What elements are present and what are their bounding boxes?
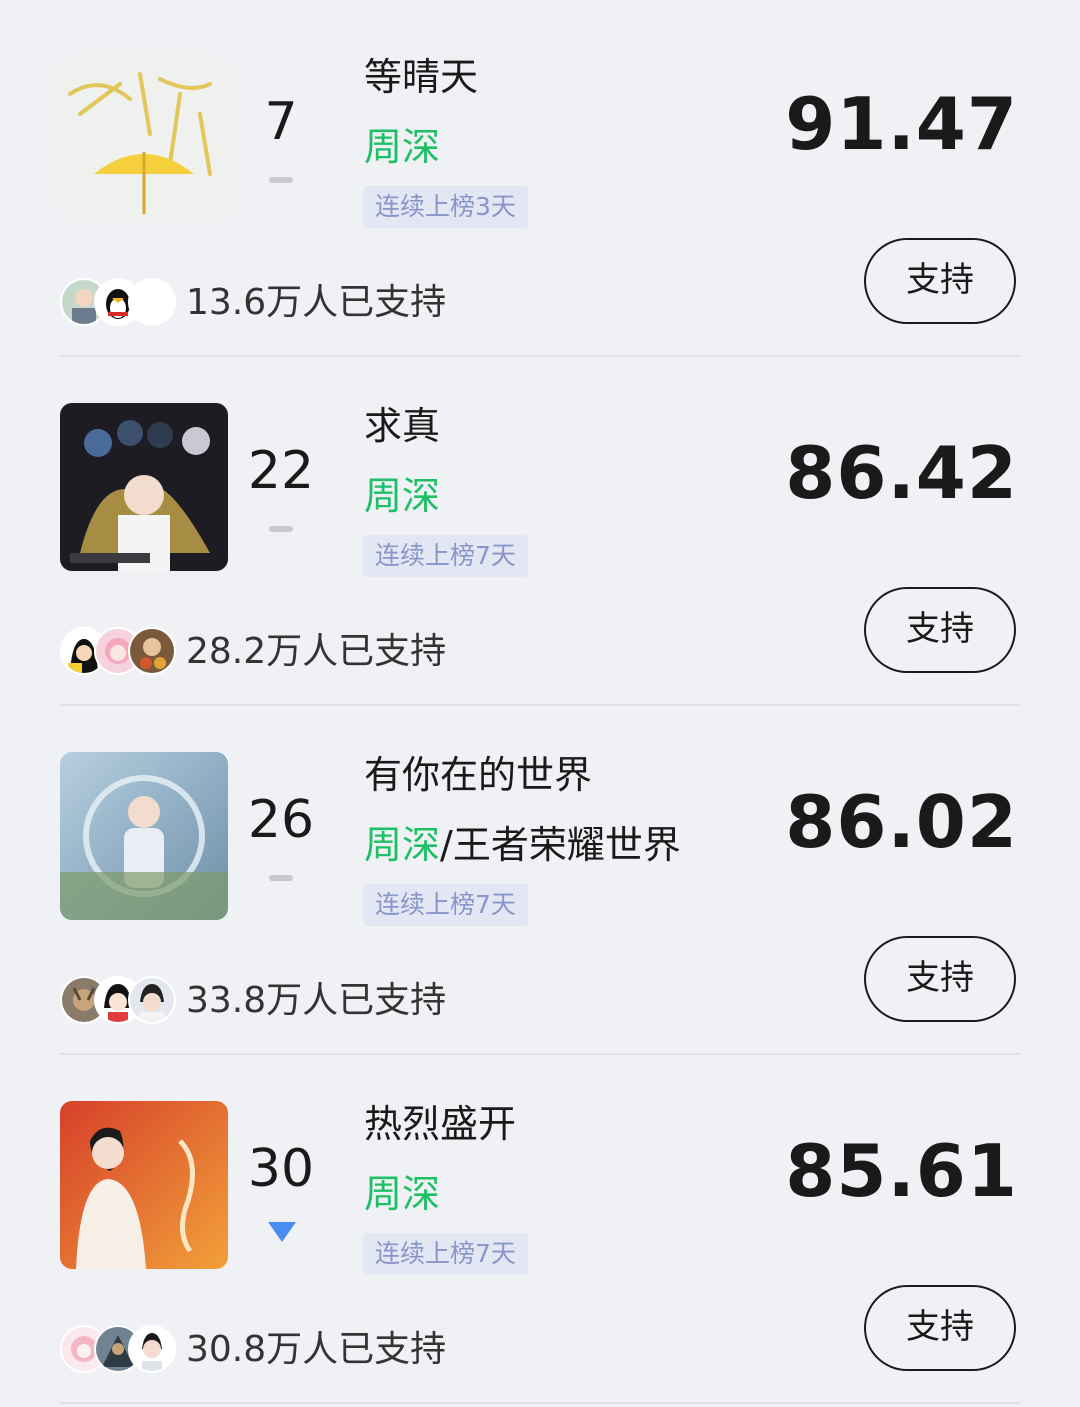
artist-name[interactable]: 周深	[364, 1172, 440, 1216]
streak-badge: 连续上榜3天	[363, 186, 528, 228]
list-item[interactable]: 30 热烈盛开 周深 连续上榜7天 85.61 30.8万人已支持 支持	[0, 1055, 1080, 1404]
streak-badge: 连续上榜7天	[363, 535, 528, 577]
support-button[interactable]: 支持	[864, 587, 1016, 673]
support-button[interactable]: 支持	[864, 238, 1016, 324]
rank-number: 7	[264, 92, 298, 152]
album-cover[interactable]	[60, 1101, 228, 1269]
artist-name[interactable]: 周深	[364, 474, 440, 518]
supporter-avatars	[60, 278, 176, 326]
score: 86.42	[785, 431, 1018, 515]
rank-number: 22	[247, 441, 315, 501]
score: 86.02	[785, 780, 1018, 864]
support-button[interactable]: 支持	[864, 936, 1016, 1022]
album-cover-red-portrait-icon	[60, 1101, 228, 1269]
trend-flat-icon	[269, 177, 293, 183]
avatar	[128, 627, 176, 675]
artist-name[interactable]: 周深	[364, 125, 440, 169]
song-title[interactable]: 有你在的世界	[364, 754, 592, 797]
song-title[interactable]: 热烈盛开	[364, 1103, 516, 1146]
ranking-list: 7 等晴天 周深 连续上榜3天 91.47 13.6万人已支持 支持 22 求真…	[0, 0, 1080, 1404]
supporters-count: 30.8万人已支持	[186, 1329, 447, 1370]
rank-number: 26	[247, 790, 315, 850]
supporters-count: 13.6万人已支持	[186, 282, 447, 323]
song-title[interactable]: 求真	[364, 405, 440, 448]
avatar	[128, 976, 176, 1024]
trend-flat-icon	[269, 526, 293, 532]
list-item[interactable]: 7 等晴天 周深 连续上榜3天 91.47 13.6万人已支持 支持	[0, 0, 1080, 357]
artist-line: 周深	[364, 474, 440, 518]
artist-line: 周深	[364, 1172, 440, 1216]
artist-name[interactable]: 周深	[364, 823, 440, 867]
album-cover[interactable]	[60, 403, 228, 571]
artist-line: 周深/王者荣耀世界	[364, 823, 681, 867]
album-cover-anime-group-icon	[60, 403, 228, 571]
supporter-avatars	[60, 627, 176, 675]
album-cover-fantasy-world-icon	[60, 752, 228, 920]
divider	[60, 1402, 1020, 1404]
streak-badge: 连续上榜7天	[363, 1233, 528, 1275]
supporters-count: 33.8万人已支持	[186, 980, 447, 1021]
list-item[interactable]: 22 求真 周深 连续上榜7天 86.42 28.2万人已支持 支持	[0, 357, 1080, 706]
trend-down-icon	[268, 1222, 296, 1242]
artist-extra: /王者荣耀世界	[440, 823, 681, 867]
avatar	[128, 1325, 176, 1373]
song-title[interactable]: 等晴天	[364, 56, 478, 99]
album-cover-yellow-umbrella-icon	[60, 54, 228, 222]
rank-number: 30	[247, 1139, 315, 1199]
avatar	[128, 278, 176, 326]
supporters-count: 28.2万人已支持	[186, 631, 447, 672]
score: 85.61	[785, 1129, 1018, 1213]
list-item[interactable]: 26 有你在的世界 周深/王者荣耀世界 连续上榜7天 86.02 33.8万人已…	[0, 706, 1080, 1055]
album-cover[interactable]	[60, 752, 228, 920]
score: 91.47	[785, 82, 1018, 166]
supporter-avatars	[60, 1325, 176, 1373]
artist-line: 周深	[364, 125, 440, 169]
supporter-avatars	[60, 976, 176, 1024]
streak-badge: 连续上榜7天	[363, 884, 528, 926]
album-cover[interactable]	[60, 54, 228, 222]
support-button[interactable]: 支持	[864, 1285, 1016, 1371]
trend-flat-icon	[269, 875, 293, 881]
